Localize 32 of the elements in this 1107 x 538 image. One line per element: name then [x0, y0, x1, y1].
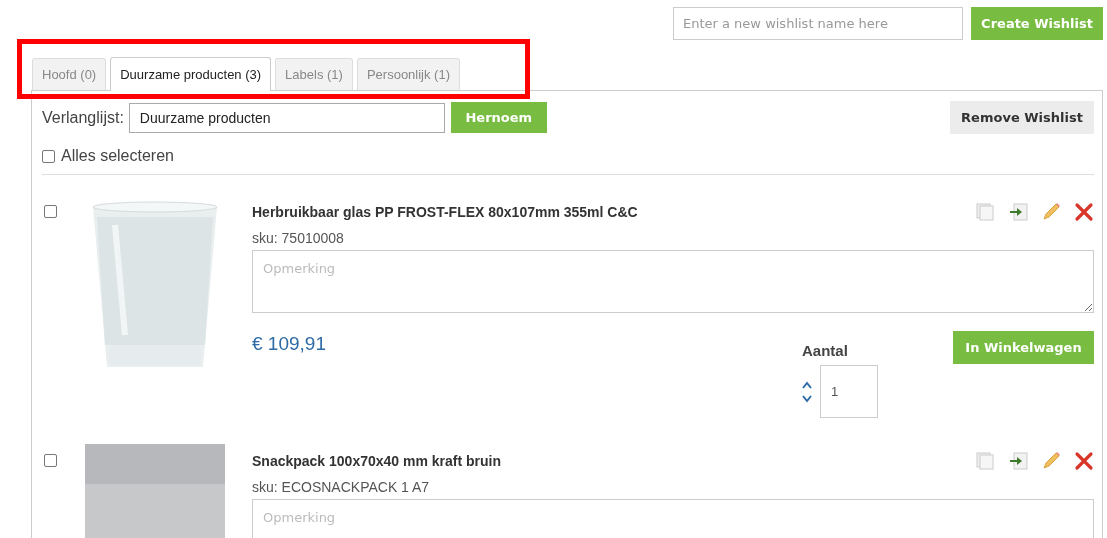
close-icon[interactable] — [1074, 202, 1094, 222]
checkbox[interactable] — [42, 149, 55, 163]
close-icon[interactable] — [1074, 451, 1094, 471]
pencil-icon[interactable] — [1041, 451, 1061, 471]
remark-field[interactable]: Opmerking — [252, 499, 1094, 538]
wishlist-name-field[interactable]: Enter a new wishlist name here — [673, 7, 963, 40]
move-icon[interactable] — [1008, 451, 1028, 471]
sku-text: sku: 75010008 — [252, 230, 345, 246]
select-all-label: Alles selecteren — [61, 147, 174, 165]
rename-button[interactable]: Hernoem — [450, 102, 547, 133]
remark-field[interactable]: Opmerking — [252, 250, 1094, 313]
price-text: € 109,91 — [252, 333, 327, 356]
move-icon[interactable] — [1008, 202, 1028, 222]
wishlist-name-field[interactable]: Duurzame producten — [128, 102, 445, 133]
tab[interactable]: Duurzame producten (3) — [110, 57, 272, 91]
chevron-down-icon[interactable] — [802, 394, 812, 403]
remove-wishlist-button[interactable]: Remove Wishlist — [950, 101, 1094, 134]
chevron-up-icon[interactable] — [802, 380, 812, 389]
checkbox[interactable] — [44, 205, 57, 218]
tab[interactable]: Persoonlijk (1) — [356, 58, 460, 90]
quantity-field[interactable]: 1 — [820, 365, 878, 418]
tab[interactable]: Labels (1) — [275, 58, 353, 90]
quantity-label: Aantal — [802, 342, 849, 359]
checkbox[interactable] — [44, 454, 57, 467]
tab[interactable]: Hoofd (0) — [32, 58, 107, 90]
sku-text: sku: ECOSNACKPACK 1 A7 — [252, 479, 431, 495]
product-title: Herbruikbaar glas PP FROST-FLEX 80x107mm 355ml C&C — [252, 204, 639, 220]
pencil-icon[interactable] — [1041, 202, 1061, 222]
create-wishlist-button[interactable]: Create Wishlist — [971, 7, 1103, 40]
add-to-cart-button[interactable]: In Winkelwagen — [953, 331, 1094, 364]
product-title: Snackpack 100x70x40 mm kraft bruin — [252, 453, 503, 469]
wishlist-label: Verlanglijst: — [42, 108, 124, 127]
